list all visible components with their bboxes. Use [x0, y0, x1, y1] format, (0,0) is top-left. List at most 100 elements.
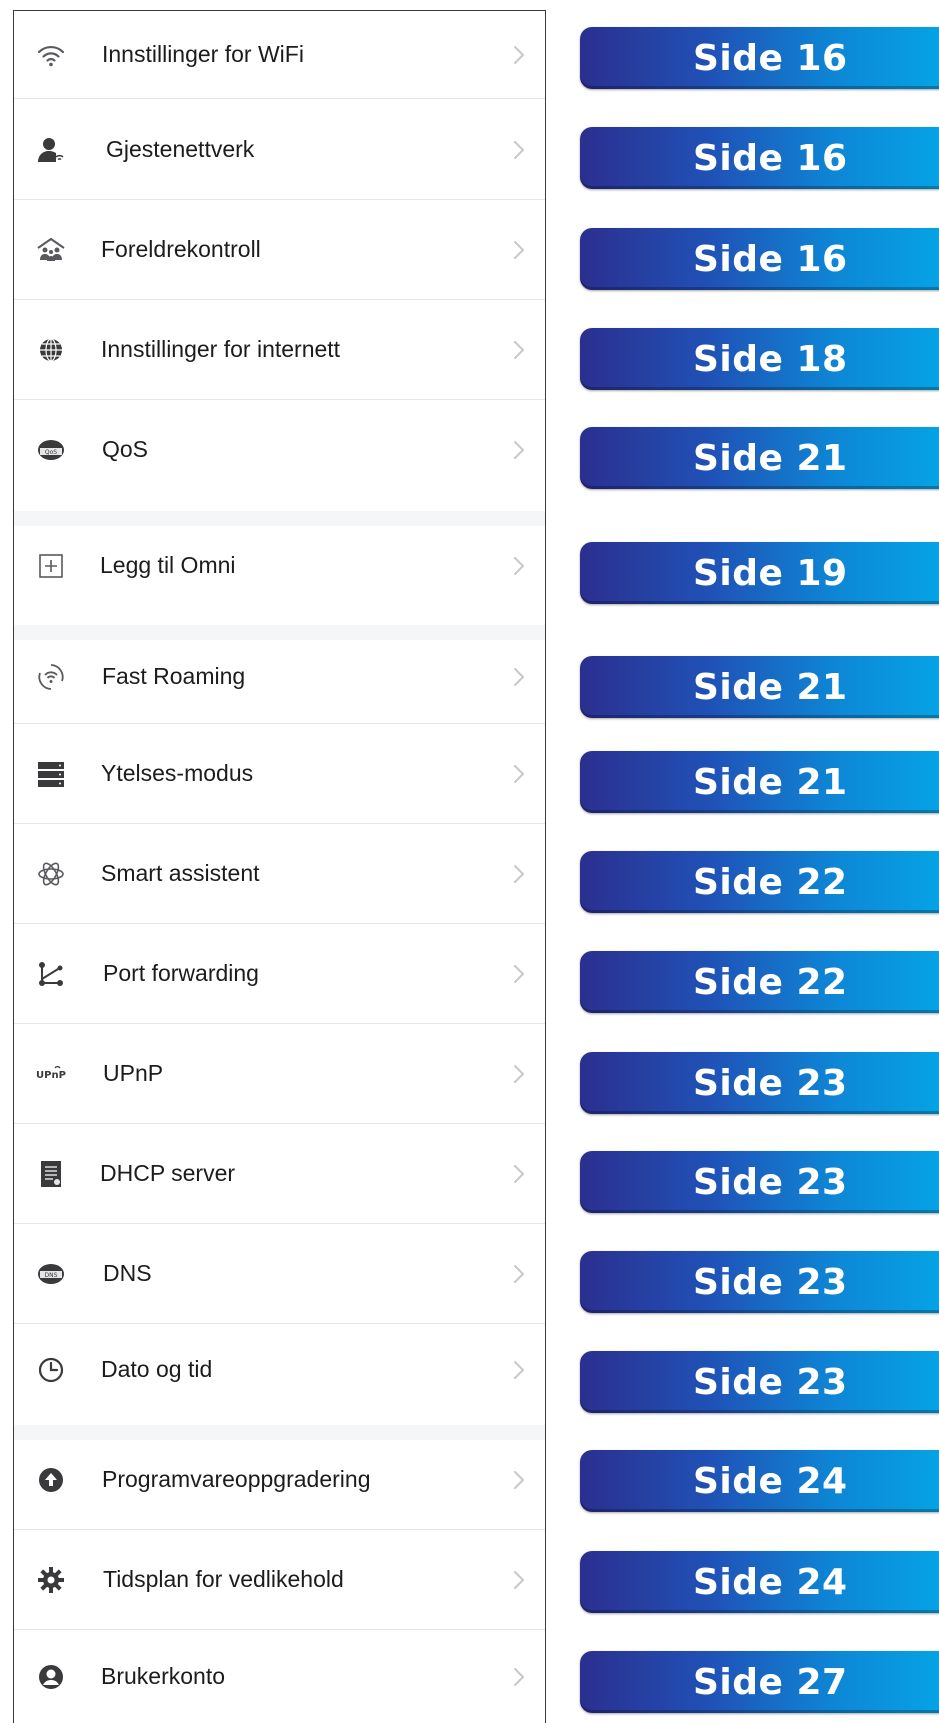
svg-text:DNS: DNS	[45, 1272, 58, 1279]
settings-row[interactable]: Foreldrekontroll	[14, 200, 545, 300]
svg-text:QoS: QoS	[45, 449, 57, 456]
chevron-right-icon	[512, 1063, 526, 1085]
settings-list: Innstillinger for WiFi Gjestenettverk Fore…	[13, 10, 546, 1723]
chevron-right-icon	[512, 1666, 526, 1688]
settings-row-label: Ytelses-modus	[101, 760, 254, 786]
settings-row[interactable]: Innstillinger for WiFi	[14, 11, 545, 99]
upnp-icon: UPnP	[34, 1057, 68, 1091]
settings-row[interactable]: Gjestenettverk	[14, 99, 545, 200]
settings-row-label: Tidsplan for vedlikehold	[103, 1566, 344, 1592]
page-reference-label: Side 16	[693, 238, 848, 280]
page-reference-label: Side 19	[693, 552, 848, 594]
settings-row[interactable]: Tidsplan for vedlikehold	[14, 1530, 545, 1630]
settings-row-label: QoS	[102, 436, 149, 462]
gear-icon	[34, 1563, 68, 1597]
page-reference-label: Side 22	[693, 961, 848, 1003]
page-reference-label: Side 24	[693, 1460, 848, 1502]
chevron-right-icon	[512, 44, 526, 66]
chevron-right-icon	[512, 139, 526, 161]
settings-row-label: DNS	[103, 1260, 152, 1286]
qos-icon: QoS	[34, 433, 68, 467]
page-reference-label: Side 16	[693, 37, 848, 79]
settings-row-label: Port forwarding	[103, 960, 259, 986]
settings-row-label: Innstillinger for internett	[101, 336, 341, 362]
page-reference-label: Side 23	[693, 1062, 848, 1104]
page-reference-label: Side 18	[693, 338, 848, 380]
settings-row-label: Brukerkonto	[101, 1663, 226, 1689]
port-forward-icon	[34, 957, 68, 991]
page-reference-badge[interactable]: Side 24	[580, 1551, 939, 1613]
chevron-right-icon	[512, 1359, 526, 1381]
settings-row[interactable]: Port forwarding	[14, 924, 545, 1024]
page-reference-label: Side 21	[693, 761, 848, 803]
settings-row[interactable]: QoS QoS	[14, 400, 545, 500]
chevron-right-icon	[512, 666, 526, 688]
chevron-right-icon	[512, 763, 526, 785]
add-box-icon	[34, 549, 68, 583]
page-reference-label: Side 21	[693, 437, 848, 479]
settings-row-label: Innstillinger for WiFi	[102, 41, 304, 67]
settings-row[interactable]: Dato og tid	[14, 1324, 545, 1415]
settings-row-label: Legg til Omni	[100, 551, 236, 578]
page-reference-badge[interactable]: Side 16	[580, 127, 939, 189]
wifi-roaming-icon	[34, 660, 68, 694]
page-reference-label: Side 16	[693, 137, 848, 179]
page-reference-badge[interactable]: Side 21	[580, 427, 939, 489]
server-icon	[34, 757, 68, 791]
svg-text:UPnP: UPnP	[36, 1070, 66, 1081]
account-icon	[34, 1660, 68, 1694]
chevron-right-icon	[512, 1469, 526, 1491]
page-reference-badge[interactable]: Side 16	[580, 228, 939, 290]
guest-user-icon	[34, 133, 68, 167]
chevron-right-icon	[512, 1569, 526, 1591]
page-reference-label: Side 21	[693, 666, 848, 708]
page-reference-badge[interactable]: Side 23	[580, 1351, 939, 1413]
settings-row-label: Dato og tid	[101, 1355, 213, 1382]
family-house-icon	[34, 233, 68, 267]
atom-icon	[34, 857, 68, 891]
page-reference-badge[interactable]: Side 24	[580, 1450, 939, 1512]
chevron-right-icon	[512, 1263, 526, 1285]
settings-row-label: Foreldrekontroll	[101, 236, 261, 262]
wifi-icon	[34, 38, 68, 72]
page-reference-badge[interactable]: Side 23	[580, 1151, 939, 1213]
settings-row[interactable]: Brukerkonto	[14, 1630, 545, 1723]
page-reference-badge[interactable]: Side 19	[580, 542, 939, 604]
page-reference-badge[interactable]: Side 21	[580, 656, 939, 718]
settings-row[interactable]: Ytelses-modus	[14, 724, 545, 824]
page-reference-label: Side 24	[693, 1561, 848, 1603]
chevron-right-icon	[512, 339, 526, 361]
chevron-right-icon	[512, 1163, 526, 1185]
settings-row[interactable]: UPnP UPnP	[14, 1024, 545, 1124]
settings-row[interactable]: DHCP server	[14, 1124, 545, 1224]
page-reference-label: Side 23	[693, 1261, 848, 1303]
page-reference-badge[interactable]: Side 23	[580, 1052, 939, 1114]
page-reference-label: Side 23	[693, 1361, 848, 1403]
page-reference-badge[interactable]: Side 27	[580, 1651, 939, 1713]
page-reference-badge[interactable]: Side 22	[580, 951, 939, 1013]
page-reference-label: Side 27	[693, 1661, 848, 1703]
settings-row[interactable]: Fast Roaming	[14, 630, 545, 724]
page-reference-label: Side 22	[693, 861, 848, 903]
page-reference-badge[interactable]: Side 18	[580, 328, 939, 390]
settings-row-label: Gjestenettverk	[106, 135, 255, 162]
document-icon	[34, 1157, 68, 1191]
settings-row[interactable]: Smart assistent	[14, 824, 545, 924]
chevron-right-icon	[512, 239, 526, 261]
chevron-right-icon	[512, 963, 526, 985]
chevron-right-icon	[512, 863, 526, 885]
page-reference-badge[interactable]: Side 16	[580, 27, 939, 89]
chevron-right-icon	[512, 439, 526, 461]
chevron-right-icon	[512, 555, 526, 577]
settings-row[interactable]: Programvareoppgradering	[14, 1430, 545, 1530]
settings-row[interactable]: Innstillinger for internett	[14, 300, 545, 400]
globe-icon	[34, 333, 68, 367]
upgrade-arrow-icon	[34, 1463, 68, 1497]
settings-row-label: UPnP	[103, 1060, 164, 1086]
settings-row[interactable]: DNS DNS	[14, 1224, 545, 1324]
page-reference-label: Side 23	[693, 1161, 848, 1203]
page-reference-badge[interactable]: Side 22	[580, 851, 939, 913]
settings-row[interactable]: Legg til Omni	[14, 516, 545, 615]
page-reference-badge[interactable]: Side 21	[580, 751, 939, 813]
page-reference-badge[interactable]: Side 23	[580, 1251, 939, 1313]
